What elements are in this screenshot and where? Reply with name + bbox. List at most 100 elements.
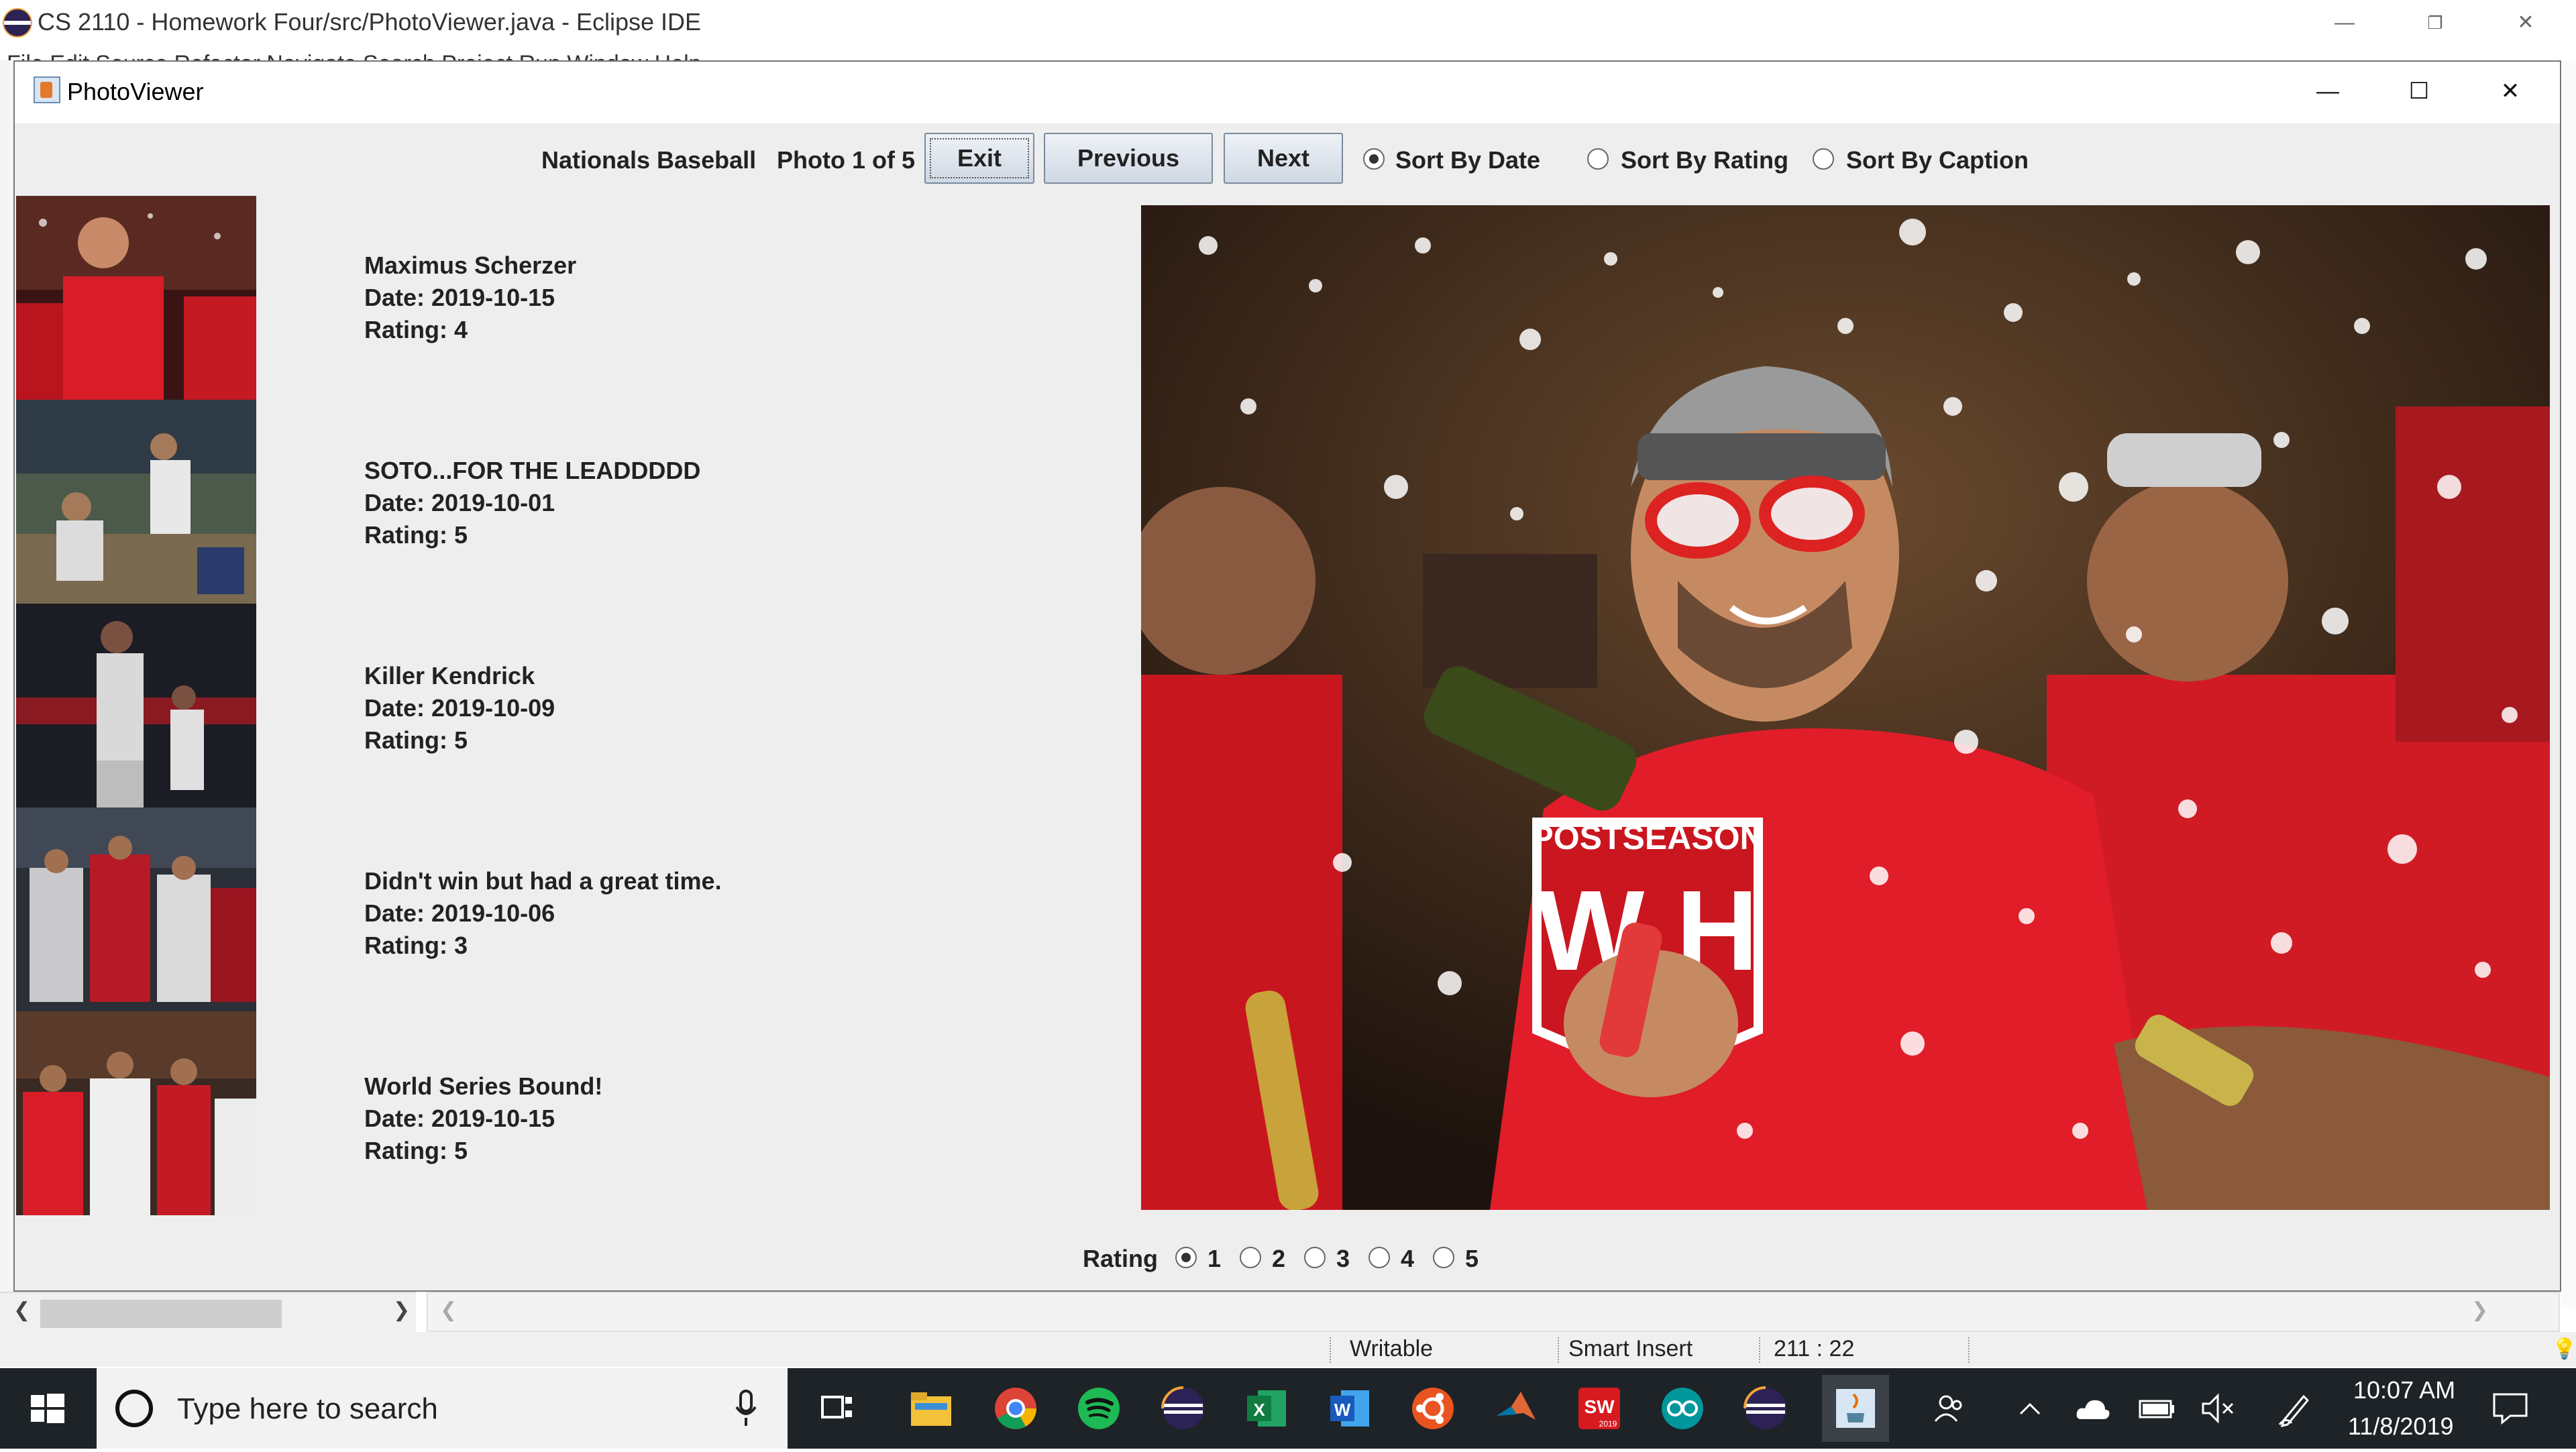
sort-by-rating-label[interactable]: Sort By Rating [1621, 146, 1788, 174]
scrollbar-thumb[interactable] [40, 1300, 282, 1328]
eclipse-window-title: CS 2110 - Homework Four/src/PhotoViewer.… [38, 8, 702, 36]
photo-caption: World Series Bound! [364, 1072, 603, 1100]
editor-scroll-left-icon[interactable]: ❮ [440, 1298, 457, 1322]
eclipse-icon[interactable] [1740, 1383, 1791, 1434]
status-separator [1968, 1337, 1970, 1363]
sort-by-caption-label[interactable]: Sort By Caption [1846, 146, 2029, 174]
search-placeholder[interactable]: Type here to search [177, 1392, 438, 1426]
rating-radio-3[interactable] [1304, 1247, 1326, 1268]
people-icon[interactable] [1929, 1388, 1970, 1429]
clock-date[interactable]: 11/8/2019 [2348, 1412, 2453, 1441]
photo-date: Date: 2019-10-01 [364, 489, 555, 516]
arduino-icon[interactable] [1657, 1383, 1708, 1434]
photo-info-2: SOTO...FOR THE LEADDDDD Date: 2019-10-01… [364, 455, 700, 551]
spotify-icon[interactable] [1073, 1383, 1124, 1434]
rating-label-1[interactable]: 1 [1208, 1245, 1221, 1273]
svg-text:SW: SW [1584, 1396, 1615, 1417]
rating-label-5[interactable]: 5 [1465, 1245, 1479, 1273]
eclipse-minimize-button[interactable]: — [2308, 4, 2381, 42]
photo-info-1: Maximus Scherzer Date: 2019-10-15 Rating… [364, 249, 576, 346]
photo-info-5: World Series Bound! Date: 2019-10-15 Rat… [364, 1070, 602, 1167]
rating-radio-4[interactable] [1368, 1247, 1390, 1268]
onedrive-cloud-icon[interactable] [2073, 1388, 2113, 1429]
next-button[interactable]: Next [1224, 133, 1343, 184]
photo-info-3: Killer Kendrick Date: 2019-10-09 Rating:… [364, 660, 555, 757]
thumbnail-1[interactable] [16, 196, 256, 400]
editor-horizontal-scrollbar[interactable] [427, 1292, 2560, 1332]
scroll-right-arrow-icon[interactable]: ❯ [393, 1298, 410, 1322]
pv-maximize-button[interactable]: ☐ [2392, 72, 2446, 110]
main-photo: POSTSEASON W H [1141, 205, 2550, 1210]
rating-radio-1[interactable] [1175, 1247, 1197, 1268]
matlab-icon[interactable] [1491, 1383, 1542, 1434]
sort-by-caption-radio[interactable] [1813, 148, 1834, 170]
pv-minimize-button[interactable]: — [2301, 72, 2355, 110]
album-name-label: Nationals Baseball [541, 146, 757, 174]
lightbulb-icon[interactable]: 💡 [2552, 1337, 2576, 1361]
rating-radio-2[interactable] [1240, 1247, 1261, 1268]
photoviewer-title: PhotoViewer [67, 78, 204, 105]
eclipse-statusbar [0, 1332, 2576, 1367]
eclipse-restore-button[interactable]: ❐ [2398, 4, 2472, 42]
photo-counter: Photo 1 of 5 [777, 146, 915, 174]
rating-label-4[interactable]: 4 [1401, 1245, 1414, 1273]
sort-by-date-label[interactable]: Sort By Date [1395, 146, 1540, 174]
photo-date: Date: 2019-10-15 [364, 284, 555, 311]
microphone-icon[interactable] [733, 1388, 759, 1429]
rating-radio-5[interactable] [1433, 1247, 1454, 1268]
solidworks-year: 2019 [1599, 1419, 1617, 1429]
task-view-icon[interactable] [812, 1383, 863, 1434]
svg-text:W: W [1334, 1400, 1351, 1420]
status-writable: Writable [1350, 1336, 1434, 1361]
battery-icon[interactable] [2137, 1388, 2178, 1429]
action-center-icon[interactable] [2490, 1388, 2530, 1429]
chrome-icon[interactable] [990, 1383, 1041, 1434]
java-app-icon [34, 76, 60, 103]
pv-close-button[interactable]: ✕ [2483, 72, 2537, 110]
svg-text:X: X [1253, 1400, 1265, 1420]
shirt-postseason-text: POSTSEASON [1531, 819, 1764, 856]
scroll-left-arrow-icon[interactable]: ❮ [13, 1298, 30, 1322]
photo-rating: Rating: 5 [364, 521, 468, 549]
exit-button[interactable]: Exit [924, 133, 1034, 184]
start-button[interactable] [0, 1368, 95, 1449]
status-separator [1330, 1337, 1331, 1363]
thumbnail-5[interactable] [16, 1011, 256, 1215]
photo-caption: Maximus Scherzer [364, 252, 577, 279]
eclipse-icon[interactable] [1158, 1383, 1209, 1434]
photo-rating: Rating: 5 [364, 1137, 468, 1164]
thumbnail-4[interactable] [16, 807, 256, 1011]
java-icon[interactable] [1822, 1375, 1889, 1442]
photo-rating: Rating: 5 [364, 726, 468, 754]
word-icon[interactable]: W [1324, 1383, 1375, 1434]
eclipse-close-button[interactable]: ✕ [2489, 4, 2563, 42]
pen-ink-icon[interactable] [2275, 1388, 2316, 1429]
status-separator [1759, 1337, 1760, 1363]
volume-muted-icon[interactable] [2199, 1388, 2239, 1429]
clock-time[interactable]: 10:07 AM [2353, 1376, 2455, 1404]
solidworks-icon[interactable]: SW 2019 [1574, 1383, 1625, 1434]
file-explorer-icon[interactable] [906, 1383, 957, 1434]
status-cursor-position: 211 : 22 [1774, 1336, 1855, 1361]
rating-label-3[interactable]: 3 [1336, 1245, 1350, 1273]
eclipse-logo-icon [3, 8, 32, 38]
thumbnail-2[interactable] [16, 400, 256, 604]
rating-label-2[interactable]: 2 [1272, 1245, 1285, 1273]
sort-by-rating-radio[interactable] [1587, 148, 1609, 170]
thumbnail-3[interactable] [16, 604, 256, 807]
photo-date: Date: 2019-10-15 [364, 1105, 555, 1132]
chevron-up-icon[interactable] [2010, 1388, 2050, 1429]
photo-rating: Rating: 4 [364, 316, 468, 343]
editor-scroll-right-icon[interactable]: ❯ [2471, 1298, 2488, 1322]
excel-icon[interactable]: X [1241, 1383, 1292, 1434]
rating-label: Rating [1083, 1245, 1158, 1272]
sort-by-date-radio[interactable] [1363, 148, 1385, 170]
previous-button[interactable]: Previous [1044, 133, 1213, 184]
eclipse-left-panel [0, 60, 13, 1308]
photoviewer-titlebar [15, 62, 2560, 123]
ubuntu-icon[interactable] [1407, 1383, 1458, 1434]
cortana-icon[interactable] [115, 1390, 153, 1427]
photo-caption: SOTO...FOR THE LEADDDDD [364, 457, 701, 484]
photo-caption: Killer Kendrick [364, 662, 535, 689]
photo-info-4: Didn't win but had a great time. Date: 2… [364, 865, 722, 962]
